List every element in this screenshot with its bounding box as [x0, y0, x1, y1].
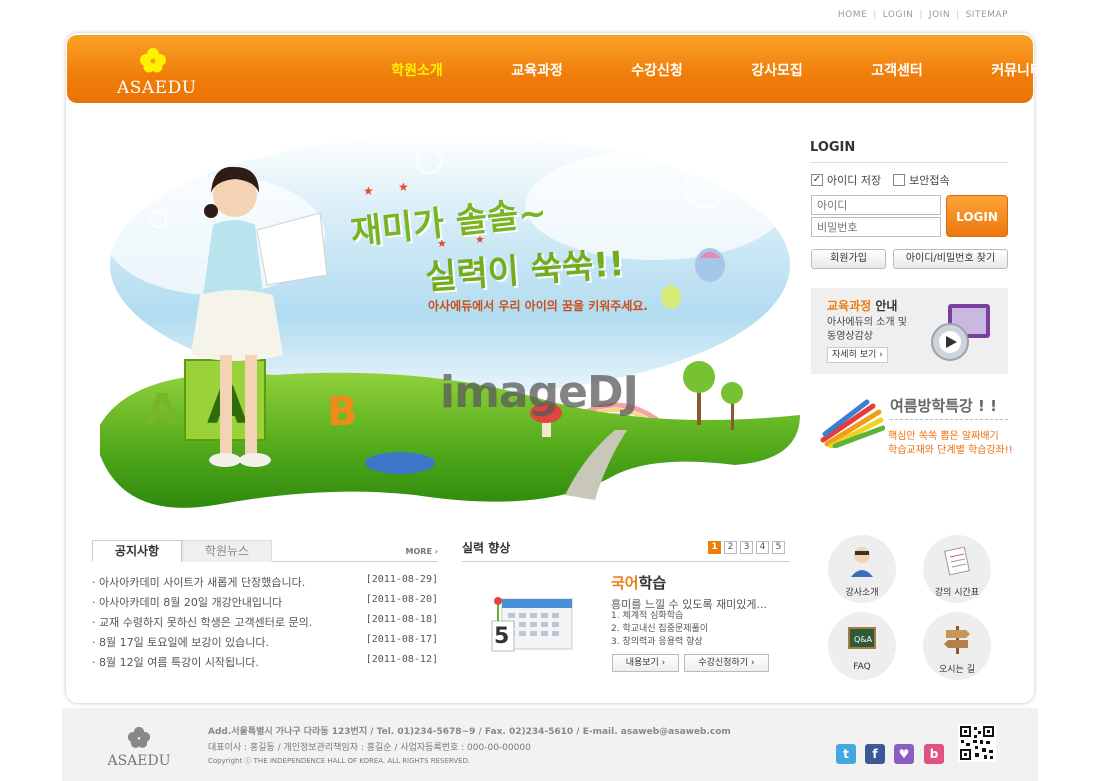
header-bar: ASAEDU 학원소개 교육과정 수강신청 강사모집 고객센터 커뮤니티 [67, 35, 1043, 103]
list-item: 2. 학교내신 집중문제풀이 [611, 624, 709, 634]
quick-lecture-timetable[interactable]: 강의 시간표 [923, 535, 991, 603]
notice-more-link[interactable]: MORE › [406, 547, 438, 556]
quick-label: FAQ [853, 662, 871, 672]
svg-text:Q&A: Q&A [854, 635, 873, 644]
list-item[interactable]: · 아사아카데미 사이트가 새롭게 단장했습니다. [2011-08-29] [92, 574, 438, 594]
list-item[interactable]: · 아사아카데미 8월 20일 개강안내입니다 [2011-08-20] [92, 594, 438, 614]
page-3-button[interactable]: 3 [740, 541, 753, 554]
main-nav: 학원소개 교육과정 수강신청 강사모집 고객센터 커뮤니티 [357, 35, 1077, 103]
nav-curriculum[interactable]: 교육과정 [477, 35, 597, 103]
quick-faq[interactable]: Q&A FAQ [828, 612, 896, 680]
login-link[interactable]: LOGIN [883, 10, 914, 20]
nav-academy-intro[interactable]: 학원소개 [357, 35, 477, 103]
qr-code-icon[interactable] [958, 724, 996, 762]
quick-label: 강의 시간표 [934, 588, 980, 598]
page-2-button[interactable]: 2 [724, 541, 737, 554]
korean-study-title: 국어학습 [611, 574, 667, 592]
save-id-label: 아이디 저장 [827, 174, 882, 187]
signpost-icon [944, 626, 970, 654]
divider [890, 419, 1008, 420]
login-title: LOGIN [810, 140, 856, 155]
list-item[interactable]: · 8월 12일 여름 특강이 시작됩니다. [2011-08-12] [92, 654, 438, 674]
hero-illustration: A A B ★ ★ ★ ★ [100, 135, 800, 508]
timetable-icon [944, 546, 970, 576]
notice-tabs: 공지사항 학원뉴스 MORE › [92, 540, 438, 562]
svg-text:★: ★ [363, 184, 374, 198]
summer-special-desc: 핵심만 쏙쏙 뽑은 알짜배기 학습교재와 단계별 학습강좌!! [888, 431, 1013, 456]
login-options: ✓ 아이디 저장 보안접속 [811, 172, 950, 188]
hero-banner: A A B ★ ★ ★ ★ 재미가 솔솔~ 실력이 쑥쑥!! 아사에듀에서 우리… [95, 125, 805, 520]
page-1-button[interactable]: 1 [708, 541, 721, 554]
page-5-button[interactable]: 5 [772, 541, 785, 554]
footer-address: Add.서울특별시 가나구 다라동 123번지 / Tel. 01)234-56… [208, 727, 731, 737]
quick-instructor-intro[interactable]: 강사소개 [828, 535, 896, 603]
twitter-icon[interactable]: t [836, 744, 856, 764]
separator: | [956, 10, 960, 20]
clover-logo-icon [127, 726, 151, 748]
skill-up-title: 실력 향상 [462, 541, 511, 555]
separator: | [873, 10, 877, 20]
instructor-icon [851, 547, 873, 577]
apply-course-button[interactable]: 수강신청하기 › [684, 654, 769, 672]
nav-customer-center[interactable]: 고객센터 [837, 35, 957, 103]
divider [462, 561, 790, 562]
list-item: 3. 창의력과 응용력 향상 [611, 637, 703, 647]
logo[interactable]: ASAEDU [117, 47, 197, 98]
separator: | [919, 10, 923, 20]
messenger-icon[interactable]: ♥ [894, 744, 914, 764]
list-item: 1. 체계적 심화학습 [611, 611, 684, 621]
tab-notice[interactable]: 공지사항 [92, 540, 182, 562]
divider [810, 162, 1008, 163]
hero-subtitle: 아사에듀에서 우리 아이의 꿈을 키워주세요. [428, 299, 648, 313]
summer-special-title[interactable]: 여름방학특강 ! ! [890, 395, 997, 416]
footer-company-info: 대표이사 : 홍길동 / 개인정보관리책임자 : 홍길순 / 사업자등록번호 :… [208, 743, 531, 753]
svg-text:A: A [145, 385, 179, 436]
course-guide-title: 교육과정 안내 [827, 299, 898, 313]
logo-text: ASAEDU [117, 78, 197, 98]
course-detail-button[interactable]: 자세히 보기 › [827, 347, 888, 363]
user-id-input[interactable] [811, 195, 941, 215]
list-item[interactable]: · 8월 17일 토요일에 보강이 있습니다. [2011-08-17] [92, 634, 438, 654]
svg-text:B: B [327, 389, 358, 435]
footer-logo: ASAEDU [104, 726, 174, 769]
nav-community[interactable]: 커뮤니티 [957, 35, 1077, 103]
quick-directions[interactable]: 오시는 길 [923, 612, 991, 680]
quick-label: 오시는 길 [939, 665, 975, 675]
view-content-button[interactable]: 내용보기 › [612, 654, 679, 672]
join-link[interactable]: JOIN [929, 10, 950, 20]
chalkboard-icon: Q&A [848, 627, 876, 649]
facebook-icon[interactable]: f [865, 744, 885, 764]
sitemap-link[interactable]: SITEMAP [966, 10, 1008, 20]
course-guide-desc: 아사에듀의 소개 및 동영상감상 [827, 317, 907, 342]
footer: ASAEDU Add.서울특별시 가나구 다라동 123번지 / Tel. 01… [62, 708, 1038, 781]
colored-pencils-icon [820, 399, 885, 448]
footer-copyright: Copyright ⓒ THE INDEPENDENCE HALL OF KOR… [208, 757, 471, 765]
nav-instructor-recruit[interactable]: 강사모집 [717, 35, 837, 103]
home-link[interactable]: HOME [838, 10, 867, 20]
svg-text:★: ★ [398, 180, 409, 194]
secure-login-label: 보안접속 [909, 174, 950, 187]
footer-logo-text: ASAEDU [107, 753, 171, 769]
quick-label: 강사소개 [845, 588, 879, 598]
watermark-text: imageDJ [440, 367, 639, 418]
save-id-checkbox[interactable]: ✓ [811, 174, 823, 186]
skill-pager: 1 2 3 4 5 [708, 541, 785, 554]
page-4-button[interactable]: 4 [756, 541, 769, 554]
korean-study-points: 1. 체계적 심화학습 2. 학교내신 집중문제풀이 3. 창의력과 응용력 향… [611, 610, 708, 649]
login-button[interactable]: LOGIN [946, 195, 1008, 237]
utility-links: HOME | LOGIN | JOIN | SITEMAP [838, 10, 1008, 20]
course-guide-box[interactable]: 교육과정 안내 아사에듀의 소개 및 동영상감상 자세히 보기 › [811, 288, 1008, 374]
tab-academy-news[interactable]: 학원뉴스 [182, 540, 272, 562]
join-button[interactable]: 회원가입 [811, 249, 886, 269]
find-account-button[interactable]: 아이디/비밀번호 찾기 [893, 249, 1008, 269]
blog-icon[interactable]: b [924, 744, 944, 764]
nav-enrollment[interactable]: 수강신청 [597, 35, 717, 103]
video-play-icon [931, 304, 990, 361]
calendar-day-number: 5 [494, 624, 510, 649]
notice-list: · 아사아카데미 사이트가 새롭게 단장했습니다. [2011-08-29] · … [92, 574, 438, 674]
list-item[interactable]: · 교재 수령하지 못하신 학생은 고객센터로 문의. [2011-08-18] [92, 614, 438, 634]
secure-login-checkbox[interactable] [893, 174, 906, 186]
clover-logo-icon [140, 48, 166, 73]
password-input[interactable] [811, 217, 941, 237]
